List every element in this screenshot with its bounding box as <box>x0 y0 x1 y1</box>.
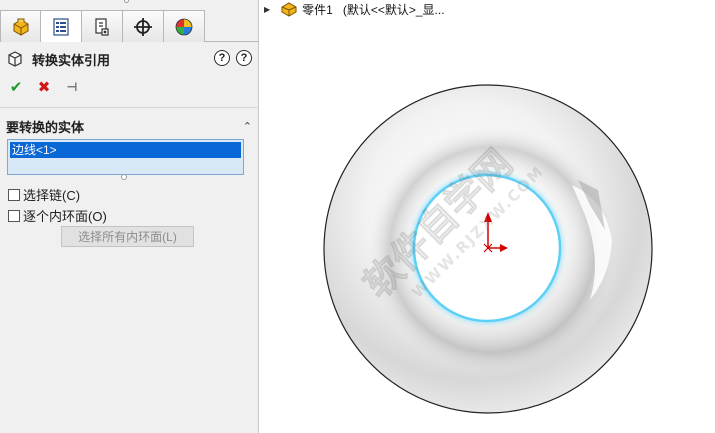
select-chain-checkbox[interactable] <box>8 188 20 201</box>
property-manager-icon <box>53 17 69 36</box>
configuration-icon <box>95 17 109 36</box>
expand-arrow-icon[interactable]: ▶ <box>264 5 270 14</box>
property-manager-panel: 转换实体引用 ? ? ✔ ✖ ⊣ 要转换的实体 ⌃ 边线<1> 选择链(C) 逐… <box>0 0 259 433</box>
help-label: ? <box>240 52 248 64</box>
tab-property-manager[interactable] <box>41 10 82 42</box>
select-chain-row[interactable]: 选择链(C) <box>8 185 80 204</box>
entities-selection-list[interactable]: 边线<1> <box>7 139 244 175</box>
collapse-icon[interactable]: ⌃ <box>243 120 252 133</box>
part-icon <box>281 2 297 17</box>
whats-new-help-icon[interactable]: ? <box>214 50 230 66</box>
group-title: 要转换的实体 <box>6 119 85 135</box>
inner-loops-label: 逐个内环面(O) <box>23 209 107 224</box>
pin-icon[interactable]: ⊣ <box>64 79 80 95</box>
property-manager-header: 转换实体引用 ? ? <box>6 48 252 70</box>
tab-display-manager[interactable] <box>164 10 205 42</box>
model-viewport[interactable]: 软件自学网 WWW.RJZXW.COM <box>260 0 715 433</box>
page-title: 转换实体引用 <box>32 52 111 68</box>
part-name[interactable]: 零件1 <box>302 1 333 18</box>
tab-configuration-manager[interactable] <box>82 10 123 42</box>
feature-tree-icon <box>13 18 28 36</box>
target-crosshair-icon <box>134 17 152 36</box>
tab-dimxpert-manager[interactable] <box>123 10 164 42</box>
entities-group-header[interactable]: 要转换的实体 ⌃ <box>6 117 254 135</box>
list-item[interactable]: 边线<1> <box>10 142 241 158</box>
help-label: ? <box>218 52 226 64</box>
help-icon[interactable]: ? <box>236 50 252 66</box>
convert-entities-icon <box>8 51 22 67</box>
ok-button[interactable]: ✔ <box>8 79 24 96</box>
divider <box>0 107 259 108</box>
feature-tree-flyout[interactable]: ▶ 零件1 (默认<<默认>_显... <box>264 0 445 18</box>
select-all-inner-loops-button[interactable]: 选择所有内环面(L) <box>61 226 194 247</box>
action-buttons: ✔ ✖ ⊣ <box>8 79 80 96</box>
graphics-area[interactable]: 软件自学网 WWW.RJZXW.COM ▶ 零件1 (默认<<默认>_显... <box>260 0 715 433</box>
manager-tabs <box>0 10 259 42</box>
display-pie-icon <box>175 18 193 35</box>
select-chain-label: 选择链(C) <box>23 188 81 203</box>
tab-feature-manager[interactable] <box>0 10 41 42</box>
inner-loops-checkbox[interactable] <box>8 209 20 222</box>
list-resize-handle[interactable] <box>121 174 127 180</box>
inner-loops-row[interactable]: 逐个内环面(O) <box>8 206 107 225</box>
cancel-button[interactable]: ✖ <box>36 79 52 96</box>
panel-resize-handle[interactable] <box>124 0 129 3</box>
configuration-label: (默认<<默认>_显... <box>342 2 445 17</box>
